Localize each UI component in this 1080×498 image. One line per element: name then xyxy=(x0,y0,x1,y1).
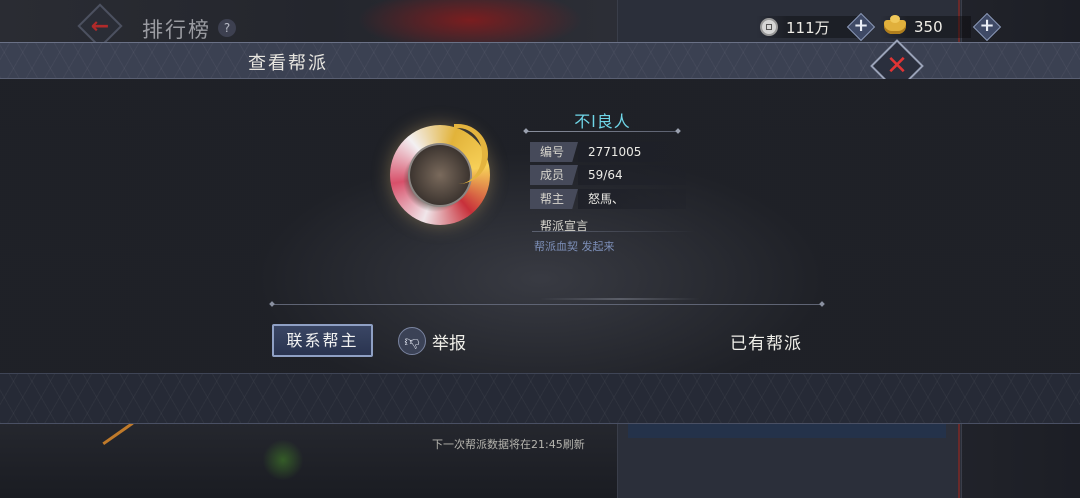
contact-leader-button[interactable]: 联系帮主 xyxy=(272,324,373,357)
left-arrow-icon[interactable]: ← xyxy=(86,13,114,41)
modal-title: 查看帮派 xyxy=(248,53,328,74)
info-row-leader: 帮主 怒馬、 xyxy=(530,189,686,209)
background-foliage xyxy=(262,440,304,480)
gold-amount: 350 xyxy=(914,18,943,36)
copper-currency: 111万 xyxy=(756,16,858,38)
info-value: 59/64 xyxy=(578,165,686,185)
modal-footer xyxy=(0,373,1080,424)
report-button[interactable]: 举报 xyxy=(432,329,466,354)
info-value: 怒馬、 xyxy=(578,189,686,209)
info-label: 成员 xyxy=(530,165,578,185)
info-row-id: 编号 2771005 xyxy=(530,142,686,162)
help-button[interactable]: ? xyxy=(218,19,236,37)
info-label: 帮主 xyxy=(530,189,578,209)
info-value: 2771005 xyxy=(578,142,686,162)
section-divider xyxy=(272,304,822,305)
copper-coin-icon xyxy=(760,18,778,36)
gold-currency: 350 xyxy=(880,15,971,38)
background-bar xyxy=(628,424,946,438)
thumbs-down-icon[interactable]: 👎︎ xyxy=(398,327,426,355)
guild-name-underline xyxy=(526,131,678,132)
plus-icon[interactable]: + xyxy=(976,14,998,38)
guild-status-text: 已有帮派 xyxy=(730,334,802,354)
copper-amount: 111万 xyxy=(786,18,830,37)
info-row-members: 成员 59/64 xyxy=(530,165,686,185)
divider-glow xyxy=(540,298,700,300)
guild-name: 不l良人 xyxy=(574,112,631,131)
plus-icon[interactable]: + xyxy=(850,14,872,38)
declaration-underline xyxy=(532,231,696,232)
gold-ingot-icon xyxy=(884,15,906,34)
info-label: 编号 xyxy=(530,142,578,162)
refresh-note: 下一次帮派数据将在21:45刷新 xyxy=(432,438,585,451)
page-title: 排行榜 xyxy=(142,18,211,42)
declaration-text: 帮派血契 发起来 xyxy=(534,240,615,253)
